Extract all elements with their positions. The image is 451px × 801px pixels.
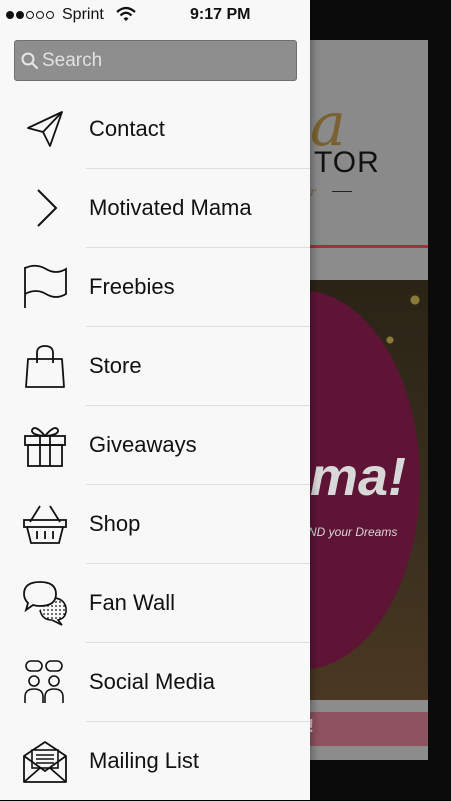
carrier-name: Sprint — [62, 6, 104, 23]
menu-item-freebies[interactable]: Freebies — [0, 248, 310, 327]
background-tagline: ND your Dreams — [308, 525, 398, 539]
signal-dot — [26, 11, 34, 19]
background-divider — [300, 245, 428, 248]
chevron-right-icon — [22, 185, 68, 231]
status-time: 9:17 PM — [190, 6, 251, 23]
signal-dot — [16, 11, 24, 19]
background-header: a TOR r — [300, 40, 428, 245]
background-banner — [300, 712, 428, 746]
status-bar: Sprint 9:17 PM — [0, 0, 310, 30]
menu-item-store[interactable]: Store — [0, 327, 310, 406]
menu-item-label: Social Media — [89, 669, 215, 694]
menu-item-label: Store — [89, 353, 142, 378]
signal-dot — [46, 11, 54, 19]
menu-item-fan-wall[interactable]: Fan Wall — [0, 564, 310, 643]
menu-item-label: Contact — [89, 116, 165, 141]
gift-icon — [22, 422, 68, 468]
search-input[interactable] — [42, 46, 292, 76]
search-icon — [21, 52, 39, 70]
shopping-bag-icon — [22, 343, 68, 389]
side-drawer: Sprint 9:17 PM Contact — [0, 0, 310, 800]
background-content[interactable]: a TOR r ma! ND your Dreams ! — [300, 40, 428, 760]
menu-item-contact[interactable]: Contact — [0, 90, 310, 169]
paper-plane-icon — [22, 106, 68, 152]
background-logo-rule — [332, 191, 352, 192]
menu-list: Contact Motivated Mama Freebies Store Gi… — [0, 90, 310, 801]
people-icon — [22, 659, 68, 705]
menu-item-label: Motivated Mama — [89, 195, 252, 220]
menu-item-label: Giveaways — [89, 432, 197, 457]
menu-item-label: Shop — [89, 511, 141, 536]
wifi-icon — [116, 6, 136, 21]
menu-item-label: Freebies — [89, 274, 175, 299]
search-bar[interactable] — [14, 40, 297, 81]
menu-item-motivated-mama[interactable]: Motivated Mama — [0, 169, 310, 248]
envelope-icon — [22, 738, 68, 784]
background-logo-tag: r — [310, 185, 316, 199]
flag-icon — [22, 264, 68, 310]
menu-item-mailing-list[interactable]: Mailing List — [0, 722, 310, 801]
signal-strength-icon — [6, 11, 54, 19]
signal-dot — [36, 11, 44, 19]
menu-item-giveaways[interactable]: Giveaways — [0, 406, 310, 485]
menu-item-label: Fan Wall — [89, 590, 175, 615]
background-headline: ma! — [310, 447, 407, 507]
menu-item-label: Mailing List — [89, 748, 200, 773]
basket-icon — [22, 501, 68, 547]
signal-dot — [6, 11, 14, 19]
background-logo-text: TOR — [314, 146, 380, 179]
menu-item-shop[interactable]: Shop — [0, 485, 310, 564]
speech-bubbles-icon — [22, 580, 68, 626]
menu-item-social-media[interactable]: Social Media — [0, 643, 310, 722]
